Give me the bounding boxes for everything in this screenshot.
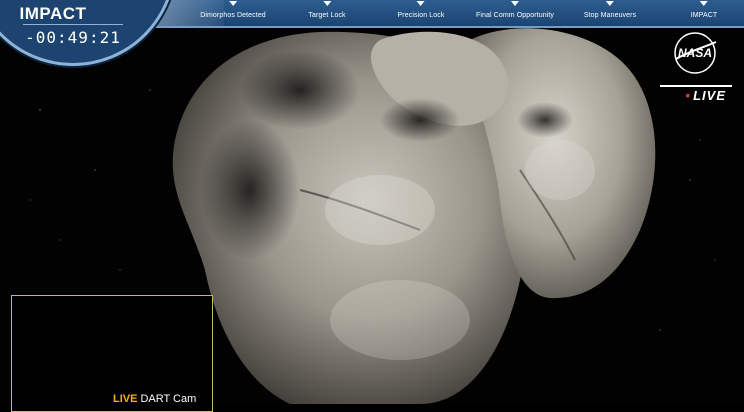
live-badge: • LIVE [666,88,726,103]
timeline-arrow-icon [322,1,331,6]
pip-live-tag: LIVE [113,393,138,405]
milestone-dimorphos-detected: Dimorphos Detected [200,0,266,19]
milestone-label: Dimorphos Detected [200,12,266,19]
milestone-final-comm-opportunity: Final Comm Opportunity [476,0,554,19]
nasa-logo-text: NASA [678,46,712,60]
milestone-impact: IMPACT [691,0,718,19]
milestone-label: Precision Lock [397,12,445,19]
pip-label: LIVE DART Cam [113,393,196,405]
countdown-divider [23,24,123,25]
mission-timeline: Dimorphos Detected Target Lock Precision… [150,0,744,28]
milestone-label: IMPACT [690,12,718,19]
video-stage: Dimorphos Detected Target Lock Precision… [0,0,744,412]
timeline-arrow-icon [511,1,519,6]
nasa-logo: NASA [674,32,717,74]
timeline-arrow-icon [700,1,708,6]
timeline-arrow-icon [228,1,237,6]
milestone-label: Target Lock [308,12,346,19]
pip-camera-name: DART Cam [140,393,197,405]
live-dot-icon: • [685,88,692,103]
live-divider [660,85,732,87]
milestone-stop-maneuvers: Stop Maneuvers [584,0,636,19]
timeline-arrow-icon [416,1,425,6]
milestone-precision-lock: Precision Lock [398,0,445,19]
milestone-target-lock: Target Lock [308,0,346,19]
countdown-title: IMPACT [19,4,87,23]
milestone-label: Final Comm Opportunity [475,12,555,19]
timeline-arrow-icon [606,1,614,6]
live-text: LIVE [693,88,726,103]
countdown-time: -00:49:21 [25,28,121,47]
milestone-label: Stop Maneuvers [583,12,637,19]
